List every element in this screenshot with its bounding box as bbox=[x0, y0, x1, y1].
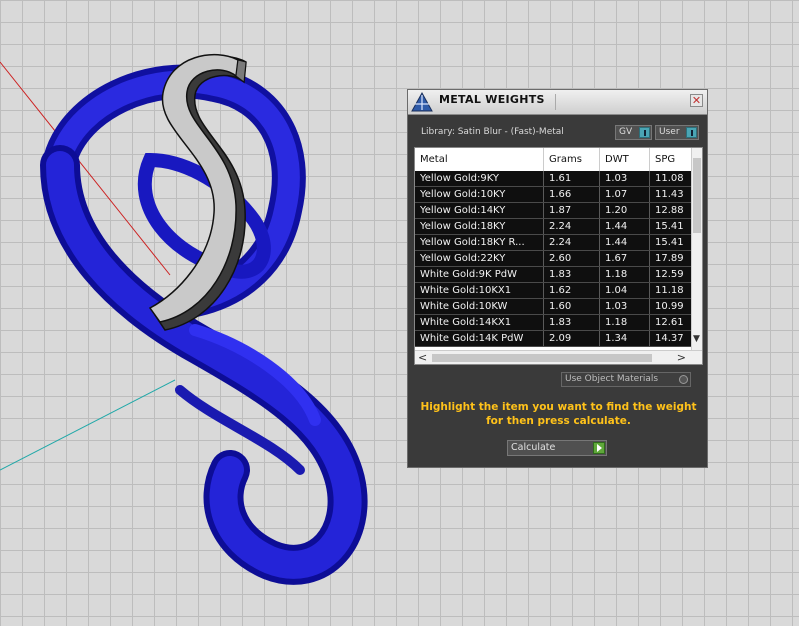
grams-cell: 2.24 bbox=[544, 235, 600, 250]
metal-cell: Yellow Gold:14KY bbox=[415, 203, 544, 218]
spg-cell: 12.59 bbox=[655, 269, 684, 280]
table-row[interactable]: Yellow Gold:18KY R... 2.24 1.44 15.41 bbox=[415, 235, 691, 251]
column-header-metal[interactable]: Metal bbox=[415, 148, 544, 171]
column-header-spg[interactable]: SPG bbox=[650, 148, 691, 171]
use-object-materials-radio-icon[interactable] bbox=[679, 375, 688, 384]
close-button[interactable]: ✕ bbox=[690, 94, 703, 107]
play-arrow-icon[interactable] bbox=[593, 442, 605, 454]
spg-cell: 15.41 bbox=[655, 237, 684, 248]
gv-dropdown-toggle-icon[interactable] bbox=[639, 127, 650, 138]
grams-cell: 1.87 bbox=[544, 203, 600, 218]
gv-dropdown[interactable]: GV bbox=[615, 125, 652, 140]
grams-cell: 1.66 bbox=[544, 187, 600, 202]
grams-cell: 2.09 bbox=[544, 331, 600, 346]
metal-weights-panel: METAL WEIGHTS ✕ Library: Satin Blur - (F… bbox=[407, 89, 708, 468]
spg-cell: 14.37 bbox=[655, 333, 684, 344]
spg-cell: 11.43 bbox=[655, 189, 684, 200]
metal-cell: Yellow Gold:18KY R... bbox=[415, 235, 544, 250]
metal-table: Metal Grams DWT SPG Yellow Gold:9KY 1.61 1… bbox=[414, 147, 703, 365]
calculate-label: Calculate bbox=[511, 442, 556, 453]
grams-cell: 2.60 bbox=[544, 251, 600, 266]
table-row[interactable]: White Gold:10KW 1.60 1.03 10.99 bbox=[415, 299, 691, 315]
spg-cell: 12.61 bbox=[655, 317, 684, 328]
dwt-cell: 1.18 bbox=[600, 267, 650, 282]
spg-cell: 15.41 bbox=[655, 221, 684, 232]
dwt-cell: 1.03 bbox=[600, 171, 650, 186]
metal-cell: White Gold:10KX1 bbox=[415, 283, 544, 298]
metal-cell: White Gold:14K PdW bbox=[415, 331, 544, 346]
metal-cell: White Gold:14KX1 bbox=[415, 315, 544, 330]
panel-title-bar[interactable]: METAL WEIGHTS ✕ bbox=[408, 90, 707, 115]
dwt-cell: 1.67 bbox=[600, 251, 650, 266]
grams-cell: 2.24 bbox=[544, 219, 600, 234]
metal-cell: White Gold:9K PdW bbox=[415, 267, 544, 282]
metal-weights-logo-icon bbox=[411, 91, 433, 112]
scroll-left-icon[interactable]: < bbox=[418, 351, 427, 364]
column-header-dwt[interactable]: DWT bbox=[600, 148, 650, 171]
metal-cell: Yellow Gold:22KY bbox=[415, 251, 544, 266]
horizontal-scrollbar[interactable]: < > bbox=[415, 350, 702, 364]
table-row[interactable]: Yellow Gold:9KY 1.61 1.03 11.08 bbox=[415, 171, 691, 187]
user-dropdown[interactable]: User bbox=[655, 125, 699, 140]
close-icon[interactable]: ✕ bbox=[692, 94, 701, 107]
dwt-cell: 1.04 bbox=[600, 283, 650, 298]
table-row[interactable]: Yellow Gold:10KY 1.66 1.07 11.43 bbox=[415, 187, 691, 203]
grams-cell: 1.60 bbox=[544, 299, 600, 314]
spg-cell: 17.89 bbox=[655, 253, 684, 264]
user-dropdown-toggle-icon[interactable] bbox=[686, 127, 697, 138]
table-row[interactable]: Yellow Gold:22KY 2.60 1.67 17.89 bbox=[415, 251, 691, 267]
table-row[interactable]: Yellow Gold:18KY 2.24 1.44 15.41 bbox=[415, 219, 691, 235]
panel-title: METAL WEIGHTS bbox=[439, 93, 545, 106]
spg-cell: 11.18 bbox=[655, 285, 684, 296]
grams-cell: 1.83 bbox=[544, 315, 600, 330]
gv-dropdown-value: GV bbox=[619, 127, 633, 137]
grams-cell: 1.62 bbox=[544, 283, 600, 298]
grams-cell: 1.83 bbox=[544, 267, 600, 282]
y-axis-line bbox=[0, 379, 176, 471]
table-row[interactable]: White Gold:14K PdW 2.09 1.34 14.37 bbox=[415, 331, 691, 347]
metal-cell: Yellow Gold:18KY bbox=[415, 219, 544, 234]
dwt-cell: 1.03 bbox=[600, 299, 650, 314]
dwt-cell: 1.44 bbox=[600, 219, 650, 234]
dwt-cell: 1.20 bbox=[600, 203, 650, 218]
user-dropdown-value: User bbox=[659, 127, 680, 137]
dwt-cell: 1.18 bbox=[600, 315, 650, 330]
table-header: Metal Grams DWT SPG bbox=[415, 148, 691, 172]
scroll-down-icon[interactable]: ▼ bbox=[693, 334, 700, 344]
table-row[interactable]: White Gold:14KX1 1.83 1.18 12.61 bbox=[415, 315, 691, 331]
dwt-cell: 1.44 bbox=[600, 235, 650, 250]
library-label: Library: Satin Blur - (Fast)-Metal bbox=[421, 127, 564, 137]
scroll-right-icon[interactable]: > bbox=[677, 351, 686, 364]
table-row[interactable]: White Gold:9K PdW 1.83 1.18 12.59 bbox=[415, 267, 691, 283]
spg-cell: 10.99 bbox=[655, 301, 684, 312]
metal-cell: Yellow Gold:10KY bbox=[415, 187, 544, 202]
title-separator bbox=[555, 94, 556, 110]
table-row[interactable]: White Gold:10KX1 1.62 1.04 11.18 bbox=[415, 283, 691, 299]
vertical-scrollbar[interactable]: ▼ bbox=[691, 148, 702, 350]
dwt-cell: 1.07 bbox=[600, 187, 650, 202]
dwt-cell: 1.34 bbox=[600, 331, 650, 346]
use-object-materials-toggle[interactable]: Use Object Materials bbox=[561, 372, 691, 387]
grams-cell: 1.61 bbox=[544, 171, 600, 186]
spg-cell: 11.08 bbox=[655, 173, 684, 184]
instruction-text: Highlight the item you want to find the … bbox=[420, 401, 697, 427]
vertical-scroll-thumb[interactable] bbox=[693, 158, 701, 233]
use-object-materials-label: Use Object Materials bbox=[565, 374, 659, 384]
horizontal-scroll-thumb[interactable] bbox=[432, 354, 652, 362]
table-body: Yellow Gold:9KY 1.61 1.03 11.08 Yellow Gold:… bbox=[415, 171, 691, 347]
spg-cell: 12.88 bbox=[655, 205, 684, 216]
metal-cell: White Gold:10KW bbox=[415, 299, 544, 314]
column-header-grams[interactable]: Grams bbox=[544, 148, 600, 171]
table-row[interactable]: Yellow Gold:14KY 1.87 1.20 12.88 bbox=[415, 203, 691, 219]
calculate-button[interactable]: Calculate bbox=[507, 440, 607, 456]
metal-cell: Yellow Gold:9KY bbox=[415, 171, 544, 186]
